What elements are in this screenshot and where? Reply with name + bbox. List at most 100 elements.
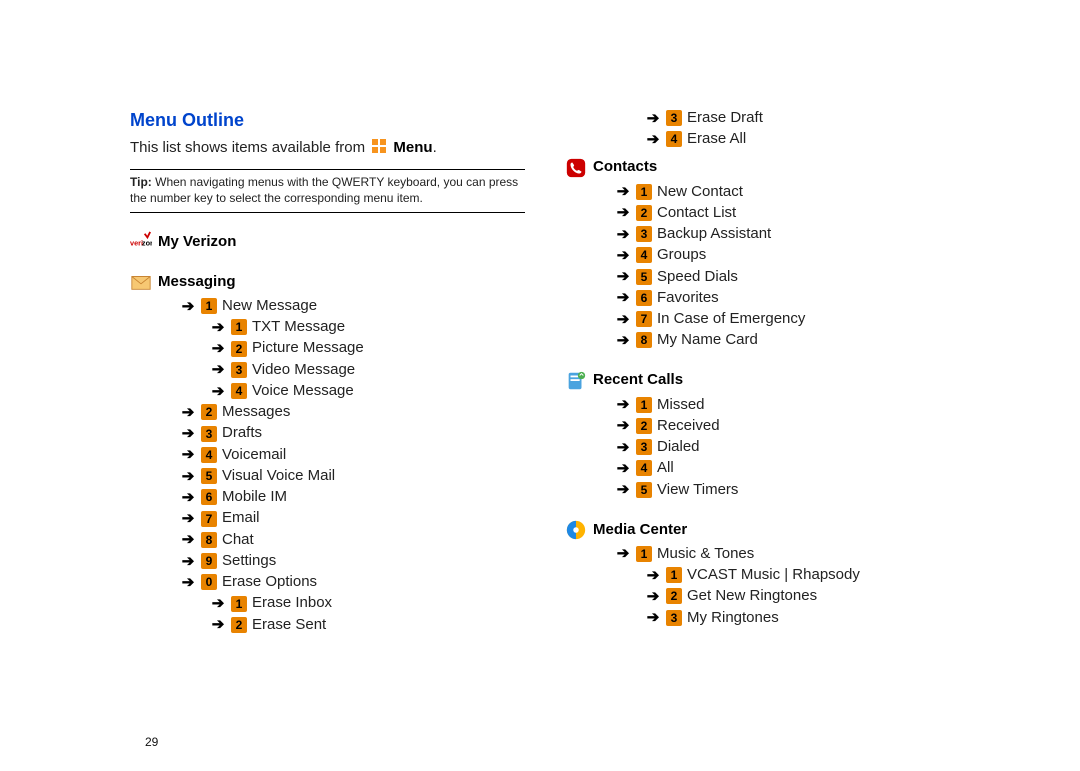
arrow-icon: ➔ bbox=[210, 362, 226, 377]
item-label: View Timers bbox=[657, 480, 738, 500]
number-box: 7 bbox=[201, 511, 217, 527]
list-item: ➔3Erase Draft bbox=[565, 108, 960, 129]
item-label: Erase All bbox=[687, 129, 746, 149]
arrow-icon: ➔ bbox=[615, 290, 631, 305]
list-item: ➔1Music & Tones bbox=[565, 544, 960, 565]
item-label: Voice Message bbox=[252, 381, 354, 401]
page-number: 29 bbox=[145, 735, 158, 749]
number-box: 3 bbox=[666, 110, 682, 126]
number-box: 3 bbox=[231, 362, 247, 378]
arrow-icon: ➔ bbox=[180, 511, 196, 526]
list-item: ➔6Favorites bbox=[565, 288, 960, 309]
intro-line: This list shows items available from Men… bbox=[130, 138, 525, 160]
number-box: 1 bbox=[231, 596, 247, 612]
list-item: ➔1New Message bbox=[130, 296, 525, 317]
list-item: ➔2Messages bbox=[130, 402, 525, 423]
item-label: Erase Options bbox=[222, 572, 317, 592]
item-label: Settings bbox=[222, 551, 276, 571]
number-box: 2 bbox=[636, 418, 652, 434]
number-box: 3 bbox=[636, 226, 652, 242]
list-item: ➔4All bbox=[565, 458, 960, 479]
media-center-list: ➔1Music & Tones➔1VCAST Music | Rhapsody➔… bbox=[565, 544, 960, 629]
item-label: VCAST Music | Rhapsody bbox=[687, 565, 860, 585]
verizon-icon: verizon bbox=[130, 231, 152, 253]
messaging-list: ➔1New Message➔1TXT Message➔2Picture Mess… bbox=[130, 296, 525, 636]
arrow-icon: ➔ bbox=[645, 568, 661, 583]
arrow-icon: ➔ bbox=[180, 405, 196, 420]
my-verizon-head: verizon My Verizon bbox=[130, 231, 525, 253]
arrow-icon: ➔ bbox=[180, 554, 196, 569]
item-label: Picture Message bbox=[252, 338, 364, 358]
list-item: ➔ 5 Speed Dials bbox=[565, 267, 960, 288]
item-label: Erase Draft bbox=[687, 108, 763, 128]
item-label: Chat bbox=[222, 530, 254, 550]
arrow-icon: ➔ bbox=[615, 312, 631, 327]
erase-continued-list: ➔3Erase Draft➔4Erase All bbox=[565, 108, 960, 151]
item-label: Video Message bbox=[252, 360, 355, 380]
arrow-icon: ➔ bbox=[615, 418, 631, 433]
number-box: 5 bbox=[636, 269, 652, 285]
list-item: ➔3Drafts bbox=[130, 423, 525, 444]
recent-calls-list: ➔1Missed➔2Received➔3Dialed➔4All➔5View Ti… bbox=[565, 395, 960, 501]
arrow-icon: ➔ bbox=[180, 469, 196, 484]
item-label: Erase Inbox bbox=[252, 593, 332, 613]
list-item: ➔4Groups bbox=[565, 245, 960, 266]
list-item: ➔6Mobile IM bbox=[130, 487, 525, 508]
svg-text:zon: zon bbox=[142, 239, 152, 248]
item-label: Messages bbox=[222, 402, 290, 422]
arrow-icon: ➔ bbox=[180, 299, 196, 314]
contacts-head: Contacts bbox=[565, 157, 960, 179]
recent-calls-label: Recent Calls bbox=[593, 370, 683, 390]
media-center-head: Media Center bbox=[565, 519, 960, 541]
item-label: Music & Tones bbox=[657, 544, 754, 564]
number-box: 1 bbox=[231, 319, 247, 335]
list-item: ➔0Erase Options bbox=[130, 572, 525, 593]
tip-text: When navigating menus with the QWERTY ke… bbox=[130, 175, 518, 205]
number-box: 2 bbox=[231, 341, 247, 357]
right-column: ➔3Erase Draft➔4Erase All Contacts ➔1New … bbox=[565, 108, 960, 636]
number-box: 6 bbox=[201, 489, 217, 505]
phone-icon bbox=[565, 157, 587, 179]
item-label: Contact List bbox=[657, 203, 736, 223]
list-item: ➔5Visual Voice Mail bbox=[130, 466, 525, 487]
item-label: New Contact bbox=[657, 182, 743, 202]
arrow-icon: ➔ bbox=[615, 546, 631, 561]
item-label: Get New Ringtones bbox=[687, 586, 817, 606]
arrow-icon: ➔ bbox=[180, 575, 196, 590]
list-item: ➔ 2 Received bbox=[565, 416, 960, 437]
item-label: New Message bbox=[222, 296, 317, 316]
item-label: Email bbox=[222, 508, 260, 528]
recent-calls-head: Recent Calls bbox=[565, 370, 960, 392]
item-label: Received bbox=[657, 416, 720, 436]
number-box: 4 bbox=[636, 460, 652, 476]
number-box: 2 bbox=[636, 205, 652, 221]
arrow-icon: ➔ bbox=[615, 333, 631, 348]
divider-bottom bbox=[130, 212, 525, 213]
item-label: Speed Dials bbox=[657, 267, 738, 287]
arrow-icon: ➔ bbox=[645, 610, 661, 625]
item-label: My Name Card bbox=[657, 330, 758, 350]
list-item: ➔4Erase All bbox=[565, 129, 960, 150]
number-box: 6 bbox=[636, 290, 652, 306]
number-box: 1 bbox=[636, 397, 652, 413]
arrow-icon: ➔ bbox=[615, 269, 631, 284]
arrow-icon: ➔ bbox=[615, 482, 631, 497]
number-box: 9 bbox=[201, 553, 217, 569]
messaging-label: Messaging bbox=[158, 272, 236, 292]
item-label: My Ringtones bbox=[687, 608, 779, 628]
list-item: ➔1Missed bbox=[565, 395, 960, 416]
item-label: Groups bbox=[657, 245, 706, 265]
list-item: ➔ 3 Video Message bbox=[130, 360, 525, 381]
contacts-list: ➔1New Contact➔2Contact List➔3Backup Assi… bbox=[565, 182, 960, 352]
list-item: ➔ 3 My Ringtones bbox=[565, 608, 960, 629]
number-box: 3 bbox=[666, 610, 682, 626]
arrow-icon: ➔ bbox=[615, 227, 631, 242]
recent-calls-icon bbox=[565, 370, 587, 392]
page-title: Menu Outline bbox=[130, 108, 525, 132]
item-label: Visual Voice Mail bbox=[222, 466, 335, 486]
envelope-icon bbox=[130, 271, 152, 293]
arrow-icon: ➔ bbox=[615, 184, 631, 199]
list-item: ➔1VCAST Music | Rhapsody bbox=[565, 565, 960, 586]
list-item: ➔1TXT Message bbox=[130, 317, 525, 338]
list-item: ➔2Contact List bbox=[565, 203, 960, 224]
